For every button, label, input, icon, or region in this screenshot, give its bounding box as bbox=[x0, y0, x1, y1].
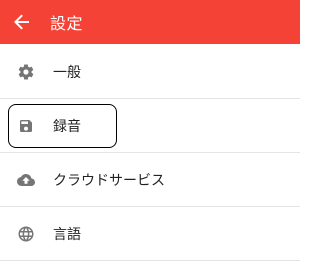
gear-icon bbox=[17, 63, 35, 81]
back-button[interactable] bbox=[0, 0, 44, 44]
cloud-upload-icon bbox=[17, 171, 35, 189]
floppy-disk-icon bbox=[17, 117, 35, 135]
menu-item-recording[interactable]: 録音 bbox=[0, 99, 300, 153]
arrow-left-icon bbox=[14, 14, 29, 30]
menu-item-general[interactable]: 一般 bbox=[0, 45, 300, 99]
app-bar: 設定 bbox=[0, 0, 300, 44]
menu-item-label: 録音 bbox=[53, 118, 81, 135]
menu-item-label: 一般 bbox=[53, 64, 81, 81]
menu-item-label: クラウドサービス bbox=[53, 172, 165, 189]
settings-menu: 一般 録音 クラウドサービス 言語 bbox=[0, 45, 300, 261]
menu-item-cloud-services[interactable]: クラウドサービス bbox=[0, 153, 300, 207]
menu-item-label: 言語 bbox=[53, 226, 81, 243]
globe-icon bbox=[17, 225, 35, 243]
page-title: 設定 bbox=[50, 14, 84, 33]
menu-item-language[interactable]: 言語 bbox=[0, 207, 300, 261]
